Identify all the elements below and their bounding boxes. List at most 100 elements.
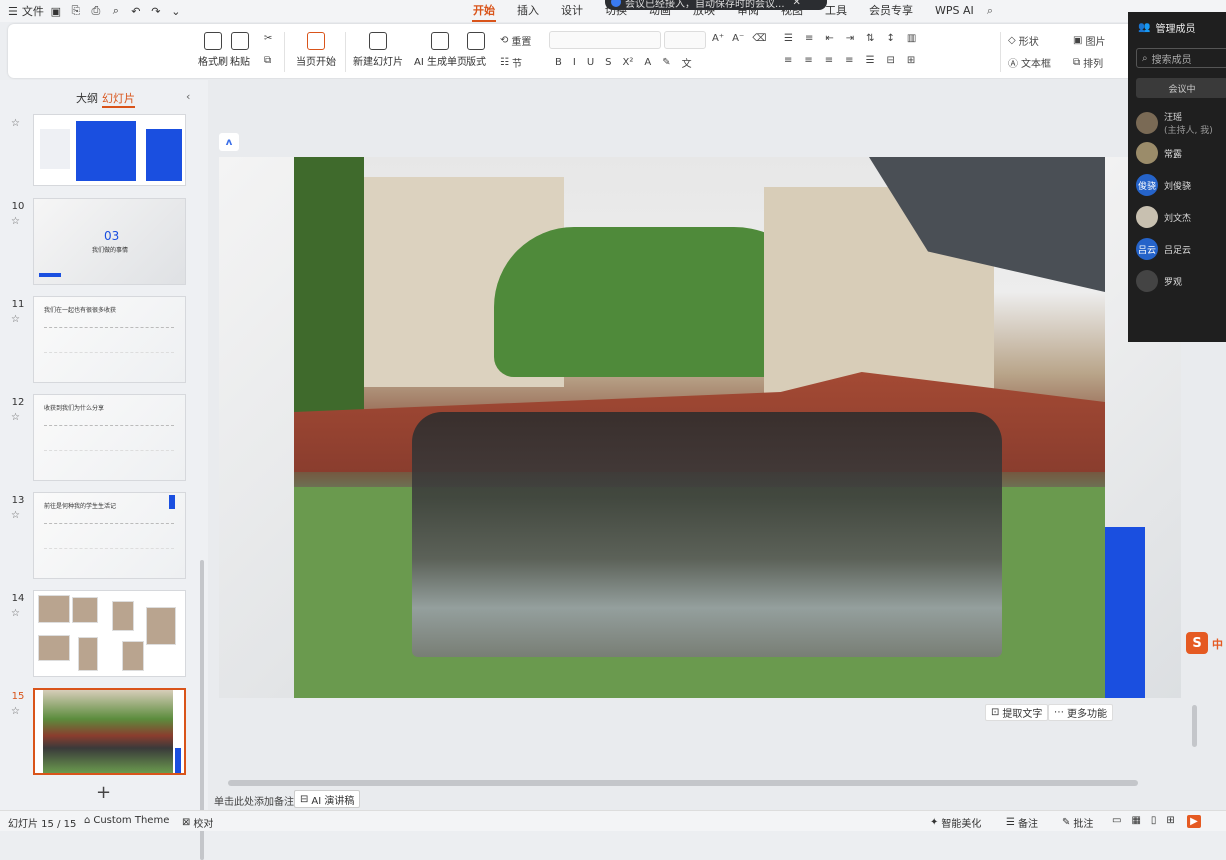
columns-icon[interactable]: ▥: [907, 33, 916, 44]
proofread-button[interactable]: ⊠ 校对: [182, 815, 213, 830]
meeting-button[interactable]: 会议中: [1136, 78, 1226, 98]
notes-button[interactable]: ☰ 备注: [1006, 815, 1038, 830]
print-icon[interactable]: ⎙: [88, 3, 104, 19]
text-direction-icon[interactable]: ⇅: [866, 33, 874, 44]
outline-tab[interactable]: 大纲: [76, 90, 98, 106]
cut-icon[interactable]: ✂: [264, 33, 272, 44]
star-icon[interactable]: ☆: [11, 314, 20, 325]
slideshow-play-icon[interactable]: ▶: [1187, 815, 1201, 828]
add-slide-icon[interactable]: +: [96, 782, 111, 803]
ime-mode-label[interactable]: 中: [1212, 636, 1223, 652]
textbox-button[interactable]: Ⓐ 文本框: [1008, 55, 1051, 70]
slide-thumbnail[interactable]: 前往是何种我的学生生活记: [33, 492, 186, 579]
ai-single-page-button[interactable]: AI 生成单页: [414, 32, 467, 68]
redo-icon[interactable]: ↷: [148, 3, 164, 19]
member-row[interactable]: 汪瑶 (主持人, 我): [1136, 110, 1213, 136]
tab-1[interactable]: 插入: [506, 0, 550, 22]
member-row[interactable]: 常露: [1136, 142, 1182, 164]
ai-speech-button[interactable]: ⊟ AI 演讲稿: [294, 790, 361, 808]
distribute-icon[interactable]: ☰: [866, 55, 875, 66]
star-icon[interactable]: ☆: [11, 706, 20, 717]
comment-button[interactable]: ✎ 批注: [1062, 815, 1093, 830]
font-family-select[interactable]: [549, 31, 661, 49]
tab-9[interactable]: 会员专享: [858, 0, 924, 22]
align-left-icon[interactable]: ≡: [784, 55, 792, 66]
decrease-indent-icon[interactable]: ⇤: [825, 33, 833, 44]
sorter-view-icon[interactable]: ▦: [1131, 815, 1140, 826]
tab-10[interactable]: WPS AI: [924, 0, 985, 22]
layout-button[interactable]: 版式: [466, 32, 486, 68]
slide-canvas[interactable]: [219, 157, 1181, 698]
strikethrough-icon[interactable]: S: [605, 57, 611, 68]
member-row[interactable]: 刘文杰: [1136, 206, 1191, 228]
slide-thumbnail[interactable]: [33, 114, 186, 186]
font-color-icon[interactable]: A: [644, 57, 651, 68]
font-size-select[interactable]: [664, 31, 706, 49]
save-icon[interactable]: ▣: [48, 3, 64, 19]
ime-logo-icon[interactable]: S: [1186, 632, 1208, 654]
collapse-icon[interactable]: ‹: [186, 90, 190, 103]
member-row[interactable]: 罗观: [1136, 270, 1182, 292]
file-menu[interactable]: 文件: [22, 3, 44, 19]
star-icon[interactable]: ☆: [11, 510, 20, 521]
vertical-align-icon[interactable]: ⊟: [887, 55, 895, 66]
slide-thumbnail[interactable]: [33, 688, 186, 775]
align-center-icon[interactable]: ≡: [804, 55, 812, 66]
horizontal-scrollbar[interactable]: [228, 780, 1138, 786]
shrink-font-icon[interactable]: A⁻: [732, 33, 744, 44]
arrange-button[interactable]: ⧉ 排列: [1073, 55, 1103, 70]
new-slide-button[interactable]: 新建幻灯片: [353, 32, 403, 68]
char-spacing-icon[interactable]: 文: [682, 55, 692, 70]
member-search-input[interactable]: ⌕ 搜索成员: [1136, 48, 1226, 68]
grid-view-icon[interactable]: ⊞: [1166, 815, 1174, 826]
more-functions-button[interactable]: ⋯ 更多功能: [1048, 704, 1113, 721]
section-button[interactable]: ☷ 节: [500, 55, 522, 70]
shape-button[interactable]: ◇ 形状: [1008, 33, 1039, 48]
tab-2[interactable]: 设计: [550, 0, 594, 22]
smart-art-icon[interactable]: ⊞: [907, 55, 915, 66]
superscript-icon[interactable]: X²: [623, 57, 634, 68]
format-painter-button[interactable]: 格式刷: [198, 32, 228, 68]
star-icon[interactable]: ☆: [11, 118, 20, 129]
group-photo[interactable]: [294, 157, 1105, 698]
smart-beautify-button[interactable]: ✦ 智能美化: [930, 815, 981, 830]
star-icon[interactable]: ☆: [11, 216, 20, 227]
justify-icon[interactable]: ≡: [845, 55, 853, 66]
notes-placeholder[interactable]: 单击此处添加备注: [214, 793, 294, 808]
reset-button[interactable]: ⟲ 重置: [500, 33, 531, 48]
normal-view-icon[interactable]: ▭: [1112, 815, 1121, 826]
search-icon[interactable]: ⌕: [982, 3, 998, 19]
slide-thumbnail[interactable]: 03 我们做的事情: [33, 198, 186, 285]
member-row[interactable]: 吕云 吕足云: [1136, 238, 1191, 260]
close-icon[interactable]: ✕: [793, 0, 801, 8]
bullet-list-icon[interactable]: ☰: [784, 33, 793, 44]
slides-tab[interactable]: 幻灯片: [102, 90, 135, 108]
theme-indicator[interactable]: ⌂ Custom Theme: [84, 815, 169, 826]
member-row[interactable]: 俊骁 刘俊骁: [1136, 174, 1191, 196]
slide-thumbnail[interactable]: [33, 590, 186, 677]
chevron-down-icon[interactable]: ⌄: [168, 3, 184, 19]
underline-icon[interactable]: U: [587, 57, 594, 68]
bold-icon[interactable]: B: [555, 57, 562, 68]
menu-icon[interactable]: ☰: [8, 5, 18, 18]
vertical-scrollbar[interactable]: [1192, 705, 1197, 747]
export-icon[interactable]: ⎘: [68, 3, 84, 19]
align-right-icon[interactable]: ≡: [825, 55, 833, 66]
copy-icon[interactable]: ⧉: [264, 55, 271, 66]
current-start-button[interactable]: 当页开始: [296, 32, 336, 68]
slide-thumbnail[interactable]: 收获到我们为什么分享: [33, 394, 186, 481]
slide-thumbnail[interactable]: 我们在一起也有很很多收获: [33, 296, 186, 383]
notification-bar[interactable]: 会议已经接入，自动保存时的会议... ✕: [605, 0, 827, 10]
clear-format-icon[interactable]: ⌫: [752, 33, 766, 44]
reading-view-icon[interactable]: ▯: [1151, 815, 1157, 826]
highlight-icon[interactable]: ✎: [662, 57, 670, 68]
ai-badge-icon[interactable]: ʌ: [219, 133, 239, 151]
extract-text-button[interactable]: ⊡ 提取文字: [985, 704, 1049, 721]
preview-icon[interactable]: ⌕: [108, 3, 124, 19]
line-spacing-icon[interactable]: ↕: [887, 33, 895, 44]
picture-button[interactable]: ▣ 图片: [1073, 33, 1105, 48]
star-icon[interactable]: ☆: [11, 608, 20, 619]
paste-button[interactable]: 粘贴: [230, 32, 250, 68]
numbered-list-icon[interactable]: ≡: [805, 33, 813, 44]
increase-indent-icon[interactable]: ⇥: [846, 33, 854, 44]
